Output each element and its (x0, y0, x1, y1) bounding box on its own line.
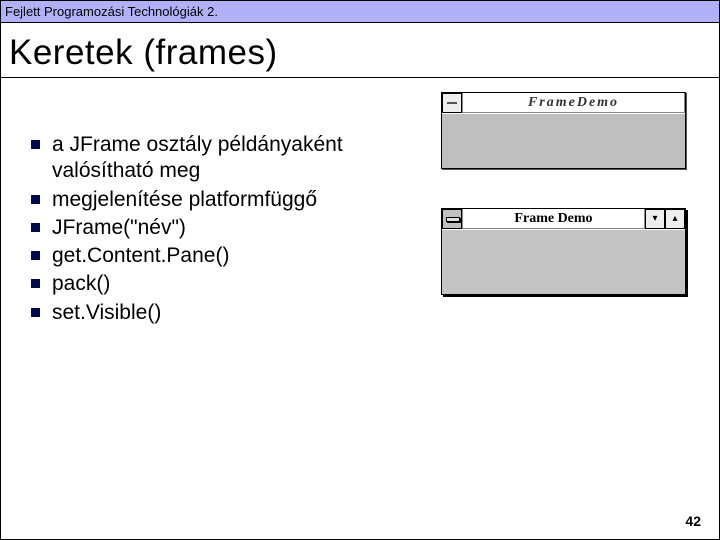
titlebar: FrameDemo (442, 93, 685, 113)
system-menu-icon (442, 209, 462, 229)
list-item: pack() (31, 271, 431, 297)
window-title: Frame Demo (462, 209, 645, 228)
bullet-icon (31, 140, 40, 149)
system-menu-icon (442, 93, 462, 113)
list-item: megjelenítése platformfüggő (31, 187, 431, 213)
client-area (442, 229, 685, 294)
client-area (442, 113, 685, 168)
list-item: get.Content.Pane() (31, 243, 431, 269)
titlebar: Frame Demo (442, 209, 685, 229)
maximize-icon (665, 209, 685, 229)
bullet-text: megjelenítése platformfüggő (52, 187, 317, 213)
frame-preview-motif: FrameDemo (441, 92, 686, 169)
bullet-text: JFrame("név") (52, 215, 186, 241)
bullet-text: set.Visible() (52, 300, 161, 326)
list-item: JFrame("név") (31, 215, 431, 241)
course-label: Fejlett Programozási Technológiák 2. (5, 4, 218, 19)
bullet-icon (31, 251, 40, 260)
minimize-icon (645, 209, 665, 229)
list-item: a JFrame osztály példányaként valósíthat… (31, 132, 431, 185)
page-number: 42 (685, 513, 701, 529)
list-item: set.Visible() (31, 300, 431, 326)
bullet-text: pack() (52, 271, 110, 297)
bullet-text: get.Content.Pane() (52, 243, 229, 269)
bullet-icon (31, 308, 40, 317)
slide-title: Keretek (frames) (1, 23, 719, 77)
bullet-icon (31, 223, 40, 232)
header-bar: Fejlett Programozási Technológiák 2. (1, 1, 719, 23)
bullet-list: a JFrame osztály példányaként valósíthat… (1, 90, 431, 328)
bullet-icon (31, 195, 40, 204)
bullet-icon (31, 279, 40, 288)
window-title: FrameDemo (462, 93, 685, 112)
frame-preview-win9x: Frame Demo (441, 208, 686, 295)
bullet-text: a JFrame osztály példányaként valósíthat… (52, 132, 431, 185)
figures: FrameDemo Frame Demo (431, 90, 719, 328)
